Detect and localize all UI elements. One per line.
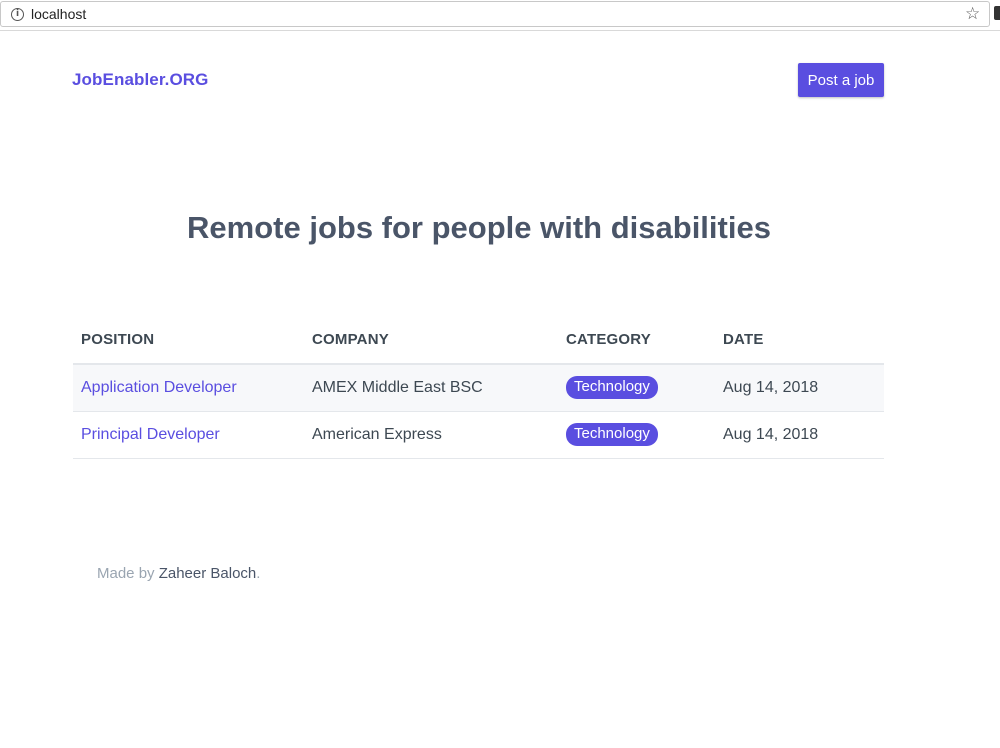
position-link[interactable]: Principal Developer — [81, 426, 220, 443]
column-header-date: DATE — [723, 316, 884, 365]
position-link[interactable]: Application Developer — [81, 379, 237, 396]
footer-prefix: Made by — [97, 565, 159, 582]
position-cell: Principal Developer — [73, 411, 312, 459]
browser-address-bar: i localhost ☆ — [0, 0, 1000, 31]
date-cell: Aug 14, 2018 — [723, 411, 884, 459]
info-icon[interactable]: i — [11, 8, 24, 21]
table-row: Application Developer AMEX Middle East B… — [73, 364, 884, 412]
category-cell: Technology — [566, 364, 723, 412]
column-header-category: CATEGORY — [566, 316, 723, 365]
category-badge: Technology — [566, 376, 658, 400]
url-text[interactable]: localhost — [31, 6, 86, 22]
footer-suffix: . — [256, 565, 261, 582]
author-link[interactable]: Zaheer Baloch — [159, 565, 257, 582]
column-header-position: POSITION — [73, 316, 312, 365]
date-cell: Aug 14, 2018 — [723, 364, 884, 412]
bookmark-star-icon[interactable]: ☆ — [965, 4, 980, 24]
column-header-company: COMPANY — [312, 316, 566, 365]
footer-credit: Made by Zaheer Baloch. — [97, 565, 260, 582]
category-cell: Technology — [566, 411, 723, 459]
position-cell: Application Developer — [73, 364, 312, 412]
company-cell: AMEX Middle East BSC — [312, 364, 566, 412]
table-header-row: POSITION COMPANY CATEGORY DATE — [73, 316, 884, 365]
jobs-table: POSITION COMPANY CATEGORY DATE Applicati… — [73, 316, 884, 459]
brand-logo-link[interactable]: JobEnabler.ORG — [72, 70, 209, 90]
url-field[interactable]: i localhost ☆ — [0, 1, 990, 27]
company-cell: American Express — [312, 411, 566, 459]
post-a-job-button[interactable]: Post a job — [798, 63, 884, 97]
table-row: Principal Developer American Express Tec… — [73, 411, 884, 459]
page-title: Remote jobs for people with disabilities — [187, 210, 771, 245]
category-badge: Technology — [566, 423, 658, 446]
extension-icon[interactable] — [994, 6, 1000, 20]
